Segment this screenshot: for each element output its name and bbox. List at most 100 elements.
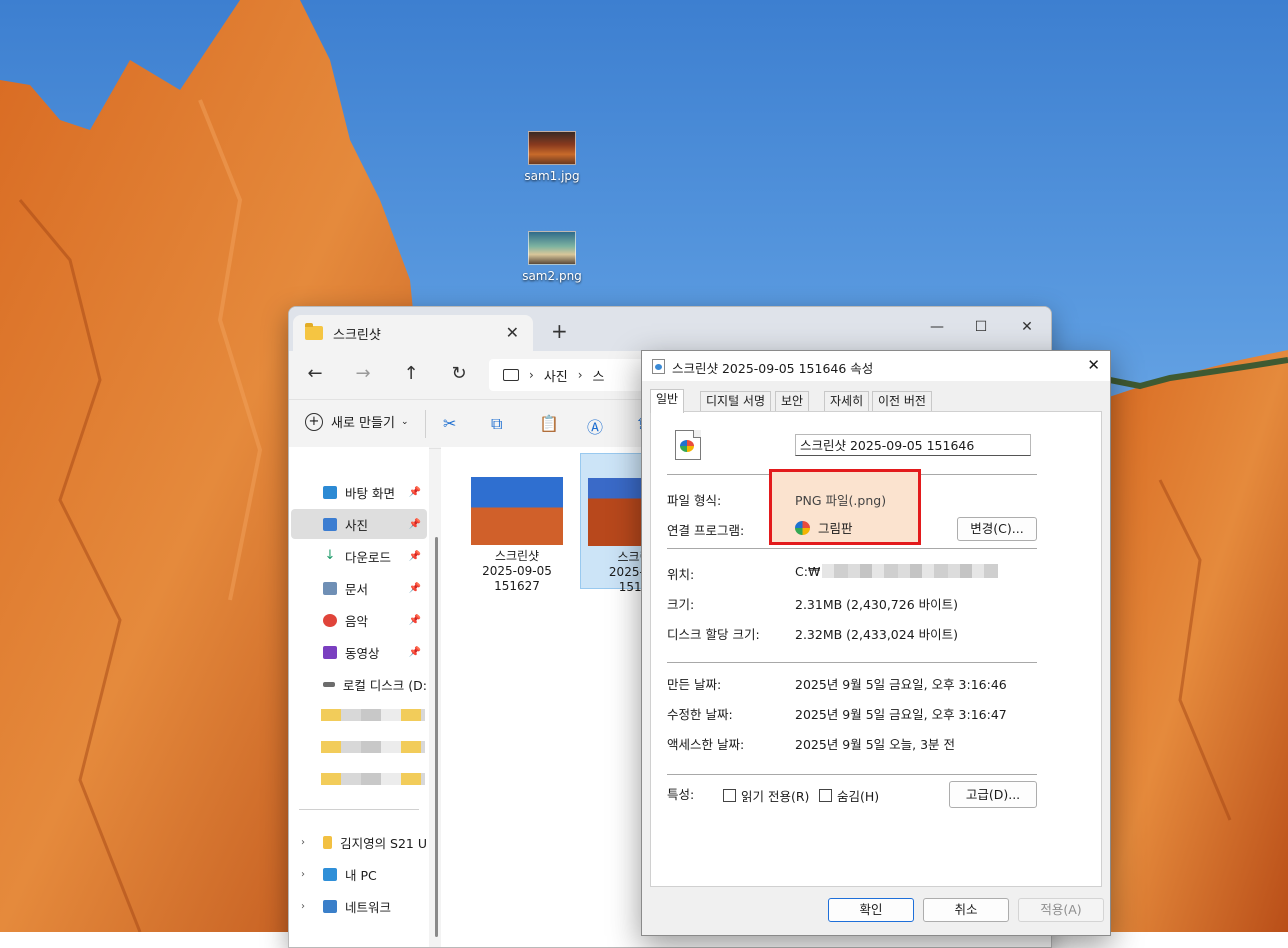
sidebar-item-videos[interactable]: 동영상 📌 <box>291 637 427 667</box>
image-thumbnail-icon <box>471 477 563 545</box>
dialog-titlebar: 스크린샷 2025-09-05 151646 속성 ✕ <box>642 351 1110 381</box>
breadcrumb-item[interactable]: 스 <box>593 366 605 385</box>
opens-with-label: 연결 프로그램: <box>667 523 745 538</box>
paint-app-icon <box>795 521 810 535</box>
document-icon <box>323 581 337 595</box>
chevron-down-icon: ⌄ <box>400 416 409 427</box>
file-name-field[interactable]: 스크린샷 2025-09-05 151646 <box>795 434 1031 456</box>
close-window-button[interactable]: ✕ <box>1005 313 1049 343</box>
navigation-pane: 바탕 화면 📌 사진 📌 ↓ 다운로드 📌 문서 📌 음악 📌 동영상 📌 로컬… <box>289 447 429 947</box>
opens-with-app: 그림판 <box>818 521 853 536</box>
location-path: C:₩ <box>795 564 821 579</box>
sidebar-item-local-disk[interactable]: 로컬 디스크 (D: <box>291 669 427 699</box>
dialog-title: 스크린샷 2025-09-05 151646 속성 <box>672 361 874 376</box>
created-label: 만든 날짜: <box>667 677 722 692</box>
music-icon <box>323 613 337 627</box>
tab-general[interactable]: 일반 <box>650 389 685 413</box>
sidebar-item-label: 사진 <box>345 517 369 533</box>
sidebar-item-label: 김지영의 S21 U <box>340 835 427 851</box>
sidebar-item-phone[interactable]: › 김지영의 S21 U <box>291 827 427 857</box>
file-name-line: 151627 <box>494 579 540 593</box>
image-thumbnail-icon <box>528 231 576 265</box>
sidebar-item-label: 다운로드 <box>345 549 392 565</box>
change-button[interactable]: 변경(C)... <box>957 517 1037 541</box>
copy-icon[interactable]: ⧉ <box>491 414 502 434</box>
close-icon[interactable]: ✕ <box>1087 356 1100 374</box>
network-icon <box>323 899 337 913</box>
back-arrow-icon[interactable]: ← <box>303 363 327 384</box>
sidebar-item-network[interactable]: › 네트워크 <box>291 891 427 921</box>
explorer-titlebar: 스크린샷 ✕ + — ☐ ✕ <box>289 307 1051 351</box>
tab-digital-signature[interactable]: 디지털 서명 <box>700 391 772 412</box>
sidebar-item-label: 문서 <box>345 581 369 597</box>
breadcrumb-item[interactable]: 사진 <box>544 366 568 385</box>
explorer-tab[interactable]: 스크린샷 ✕ <box>293 315 533 351</box>
sidebar-item-this-pc[interactable]: › 내 PC <box>291 859 427 889</box>
created-value: 2025년 9월 5일 금요일, 오후 3:16:46 <box>795 677 1007 692</box>
drive-icon <box>323 681 335 687</box>
chevron-right-icon: › <box>301 900 305 912</box>
accessed-value: 2025년 9월 5일 오늘, 3분 전 <box>795 737 956 752</box>
new-button-label: 새로 만들기 <box>331 416 395 431</box>
tab-details[interactable]: 자세히 <box>824 391 870 412</box>
rename-icon[interactable]: Ⓐ <box>587 414 603 438</box>
png-file-icon <box>652 359 665 374</box>
sidebar-item-pictures[interactable]: 사진 📌 <box>291 509 427 539</box>
pin-icon: 📌 <box>408 646 421 658</box>
size-value: 2.31MB (2,430,726 바이트) <box>795 597 959 612</box>
chevron-right-icon: › <box>529 368 534 382</box>
redacted-path <box>822 564 999 578</box>
tab-security[interactable]: 보안 <box>775 391 810 412</box>
forward-arrow-icon[interactable]: → <box>351 363 375 384</box>
folder-icon <box>305 323 323 340</box>
pin-icon: 📌 <box>408 518 421 530</box>
minimize-button[interactable]: — <box>915 313 959 343</box>
pictures-icon <box>323 517 337 531</box>
folder-icon <box>323 835 333 849</box>
sidebar-item-documents[interactable]: 문서 📌 <box>291 573 427 603</box>
video-icon <box>323 645 337 659</box>
image-thumbnail-icon <box>528 131 576 165</box>
file-name-line: 스크린샷 <box>494 549 540 563</box>
chevron-right-icon: › <box>577 368 583 382</box>
sidebar-divider <box>299 809 419 810</box>
advanced-button[interactable]: 고급(D)... <box>949 781 1037 808</box>
ok-button[interactable]: 확인 <box>828 898 914 922</box>
sidebar-item-downloads[interactable]: ↓ 다운로드 📌 <box>291 541 427 571</box>
desktop-file-label: sam1.jpg <box>524 169 580 183</box>
modified-value: 2025년 9월 5일 금요일, 오후 3:16:47 <box>795 707 1007 722</box>
chevron-right-icon: › <box>301 868 305 880</box>
hidden-checkbox[interactable]: 숨김(H) <box>819 786 879 805</box>
redacted-sidebar-item <box>321 773 425 785</box>
desktop-file-label: sam2.png <box>522 269 582 283</box>
pin-icon: 📌 <box>408 614 421 626</box>
tab-title: 스크린샷 <box>333 327 381 343</box>
sidebar-item-desktop[interactable]: 바탕 화면 📌 <box>291 477 427 507</box>
cancel-button[interactable]: 취소 <box>923 898 1009 922</box>
desktop-icon <box>323 485 337 499</box>
sidebar-scrollbar[interactable] <box>435 537 438 937</box>
accessed-label: 액세스한 날짜: <box>667 737 745 752</box>
tab-previous-versions[interactable]: 이전 버전 <box>872 391 932 412</box>
readonly-checkbox[interactable]: 읽기 전용(R) <box>723 786 809 805</box>
sidebar-item-label: 음악 <box>345 613 369 629</box>
close-tab-icon[interactable]: ✕ <box>506 323 519 342</box>
paste-icon[interactable]: 📋 <box>539 414 559 433</box>
up-arrow-icon[interactable]: ↑ <box>399 363 423 384</box>
file-type-value: PNG 파일(.png) <box>795 493 887 508</box>
cut-icon[interactable]: ✂ <box>443 414 456 433</box>
maximize-button[interactable]: ☐ <box>959 313 1003 343</box>
desktop-file-sam2[interactable]: sam2.png <box>517 231 587 283</box>
file-type-label: 파일 형식: <box>667 493 722 508</box>
new-tab-button[interactable]: + <box>551 319 568 343</box>
sidebar-item-music[interactable]: 음악 📌 <box>291 605 427 635</box>
pin-icon: 📌 <box>408 550 421 562</box>
desktop-file-sam1[interactable]: sam1.jpg <box>517 131 587 183</box>
separator <box>667 662 1037 663</box>
apply-button[interactable]: 적용(A) <box>1018 898 1104 922</box>
refresh-icon[interactable]: ↻ <box>447 363 471 384</box>
separator <box>667 548 1037 549</box>
new-button[interactable]: + 새로 만들기 ⌄ <box>305 412 408 431</box>
file-item[interactable]: 스크린샷 2025-09-05 151627 <box>463 477 571 594</box>
checkbox-unchecked-icon <box>819 789 832 802</box>
